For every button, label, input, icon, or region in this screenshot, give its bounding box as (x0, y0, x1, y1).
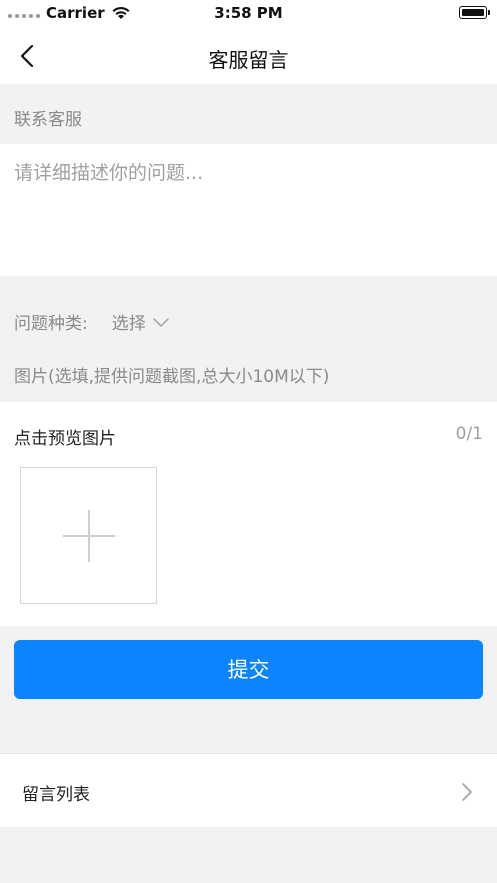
category-label: 问题种类: (14, 314, 88, 334)
image-count: 0/1 (455, 424, 483, 444)
chevron-down-icon (152, 317, 169, 327)
status-time: 3:58 PM (214, 4, 283, 22)
category-select-value: 选择 (111, 314, 146, 334)
category-select[interactable]: 选择 (112, 309, 170, 334)
add-image-button[interactable] (20, 467, 157, 604)
message-list-label: 留言列表 (22, 785, 90, 805)
description-input[interactable] (12, 156, 486, 270)
page-title: 客服留言 (208, 48, 289, 72)
nav-bar: 客服留言 (0, 28, 497, 84)
image-upload-section: 点击预览图片 0/1 (0, 402, 497, 626)
contact-support-label: 联系客服 (14, 110, 82, 130)
plus-icon (63, 510, 115, 562)
description-box (0, 144, 497, 276)
category-row: 问题种类: 选择 (14, 309, 170, 334)
chevron-right-icon (462, 783, 472, 801)
submit-button[interactable]: 提交 (14, 640, 483, 699)
status-bar: Carrier 3:58 PM (0, 0, 497, 28)
image-preview-title: 点击预览图片 (14, 429, 116, 449)
battery-icon (459, 6, 490, 19)
image-hint-label: 图片(选填,提供问题截图,总大小10M以下) (14, 367, 330, 387)
message-list-row[interactable]: 留言列表 (0, 753, 497, 827)
